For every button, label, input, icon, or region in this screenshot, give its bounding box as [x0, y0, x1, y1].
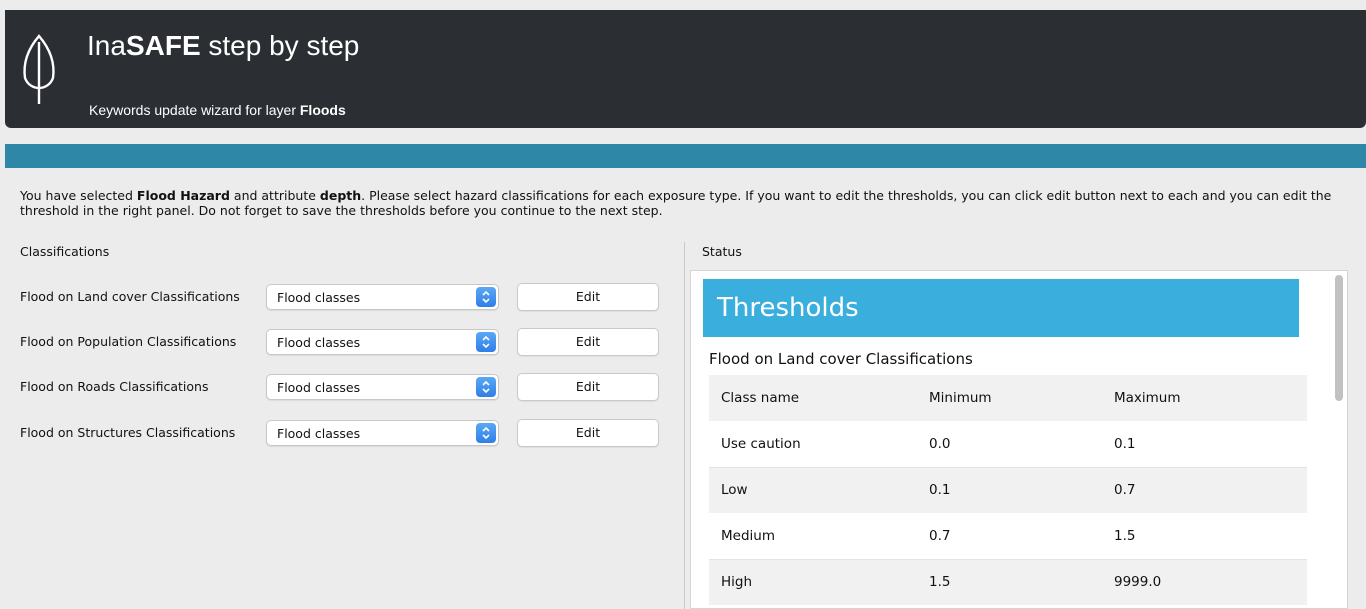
chevron-up-down-icon — [476, 377, 496, 397]
classification-label: Flood on Population Classifications — [20, 334, 237, 349]
thresholds-banner-title: Thresholds — [717, 293, 859, 323]
classification-select-value: Flood classes — [277, 426, 361, 441]
minimum-cell: 0.0 — [929, 421, 1114, 468]
status-heading: Status — [702, 244, 742, 259]
classification-select-value: Flood classes — [277, 335, 361, 350]
table-row: High 1.5 9999.0 — [709, 559, 1307, 605]
column-header: Maximum — [1114, 390, 1181, 406]
step-instructions: You have selected Flood Hazard and attri… — [20, 188, 1360, 218]
table-header-row: Class name Minimum Maximum — [709, 375, 1307, 421]
intro-part-1: You have selected — [20, 188, 137, 203]
classification-select-structures[interactable]: Flood classes — [266, 420, 499, 446]
class-name-cell: Low — [721, 482, 748, 499]
chevron-up-down-icon — [476, 287, 496, 307]
column-header: Class name — [721, 390, 800, 406]
progress-strip — [5, 144, 1366, 168]
classification-select-land-cover[interactable]: Flood classes — [266, 284, 499, 310]
maximum-cell: 0.1 — [1114, 421, 1307, 468]
intro-hazard: Flood Hazard — [136, 188, 230, 203]
classification-select-population[interactable]: Flood classes — [266, 329, 499, 355]
app-title-suffix: step by step — [200, 30, 360, 61]
minimum-cell: 0.7 — [929, 513, 1114, 560]
edit-button-structures[interactable]: Edit — [517, 419, 659, 447]
intro-attribute: depth — [319, 188, 362, 203]
app-title-bold: SAFE — [125, 30, 201, 61]
classification-label: Flood on Roads Classifications — [20, 379, 209, 394]
edit-button-roads[interactable]: Edit — [517, 373, 659, 401]
panel-divider — [684, 242, 685, 609]
class-name-cell: Medium — [709, 513, 929, 560]
inasafe-leaf-logo-icon — [23, 34, 55, 104]
thresholds-banner: Thresholds — [703, 279, 1299, 337]
maximum-cell: 9999.0 — [1114, 574, 1162, 591]
classification-select-value: Flood classes — [277, 290, 361, 305]
wizard-header: InaSAFE step by step Keywords update wiz… — [5, 10, 1366, 128]
column-header: Minimum — [929, 390, 992, 406]
status-scrollbar[interactable] — [1335, 275, 1343, 401]
chevron-up-down-icon — [476, 332, 496, 352]
edit-button-land-cover[interactable]: Edit — [517, 283, 659, 311]
minimum-cell: 0.1 — [929, 482, 951, 499]
table-row: Low 0.1 0.7 — [709, 467, 1307, 513]
table-row: Use caution 0.0 0.1 — [709, 421, 1307, 468]
status-panel: Thresholds Flood on Land cover Classific… — [690, 270, 1348, 609]
maximum-cell: 0.7 — [1114, 482, 1136, 499]
class-name-cell: High — [721, 574, 753, 591]
maximum-cell: 1.5 — [1114, 513, 1307, 560]
thresholds-table-title: Flood on Land cover Classifications — [709, 350, 973, 368]
thresholds-table: Class name Minimum Maximum Use caution 0… — [709, 375, 1307, 605]
classification-row-land-cover: Flood on Land cover Classifications Floo… — [20, 283, 660, 311]
classification-label: Flood on Land cover Classifications — [20, 289, 240, 304]
minimum-cell: 1.5 — [929, 574, 951, 591]
classification-row-population: Flood on Population Classifications Floo… — [20, 328, 660, 356]
edit-button-population[interactable]: Edit — [517, 328, 659, 356]
wizard-subtitle-text: Keywords update wizard for layer — [89, 102, 300, 118]
app-title: InaSAFE step by step — [87, 30, 359, 62]
classification-select-value: Flood classes — [277, 380, 361, 395]
classifications-heading: Classifications — [20, 244, 110, 259]
class-name-cell: Use caution — [709, 421, 929, 468]
classification-label: Flood on Structures Classifications — [20, 425, 236, 440]
classification-select-roads[interactable]: Flood classes — [266, 374, 499, 400]
app-title-prefix: Ina — [87, 30, 126, 61]
chevron-up-down-icon — [476, 423, 496, 443]
classification-row-roads: Flood on Roads Classifications Flood cla… — [20, 373, 660, 401]
classification-row-structures: Flood on Structures Classifications Floo… — [20, 419, 660, 447]
intro-part-2: and attribute — [229, 188, 320, 203]
table-row: Medium 0.7 1.5 — [709, 513, 1307, 560]
wizard-subtitle: Keywords update wizard for layer Floods — [89, 102, 346, 118]
layer-name: Floods — [299, 102, 346, 118]
